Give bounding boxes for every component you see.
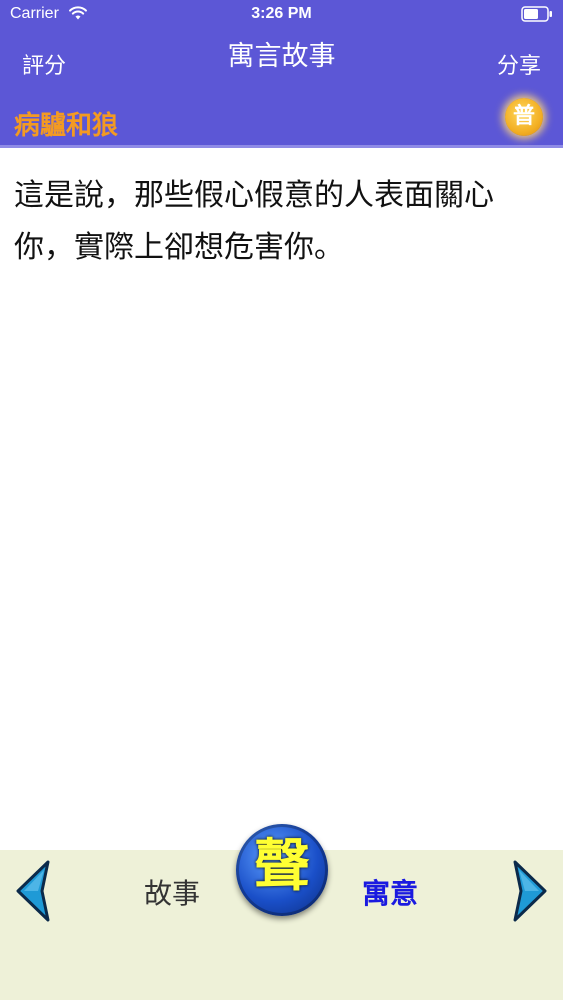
status-time: 3:26 PM bbox=[251, 5, 312, 22]
sound-button-label: 聲 bbox=[254, 833, 310, 899]
tab-moral[interactable]: 寓意 bbox=[362, 872, 418, 912]
sound-button[interactable]: 聲 bbox=[236, 824, 328, 916]
previous-arrow-icon[interactable] bbox=[14, 860, 54, 922]
mandarin-toggle-button[interactable]: 普 bbox=[505, 98, 543, 136]
status-bar: Carrier 3:26 PM bbox=[0, 0, 563, 28]
story-title: 病驢和狼 bbox=[14, 111, 119, 141]
moral-text: 這是說，那些假心假意的人表面關心你，實際上卻想危害你。 bbox=[14, 178, 494, 265]
battery-icon bbox=[521, 6, 552, 22]
top-header: Carrier 3:26 PM 評分 寓言故事 分享 病驢和狼 普 bbox=[0, 0, 563, 148]
share-button[interactable]: 分享 bbox=[497, 48, 541, 80]
next-arrow-icon[interactable] bbox=[509, 860, 549, 922]
page-title: 寓言故事 bbox=[227, 41, 336, 72]
tab-story[interactable]: 故事 bbox=[144, 872, 200, 912]
